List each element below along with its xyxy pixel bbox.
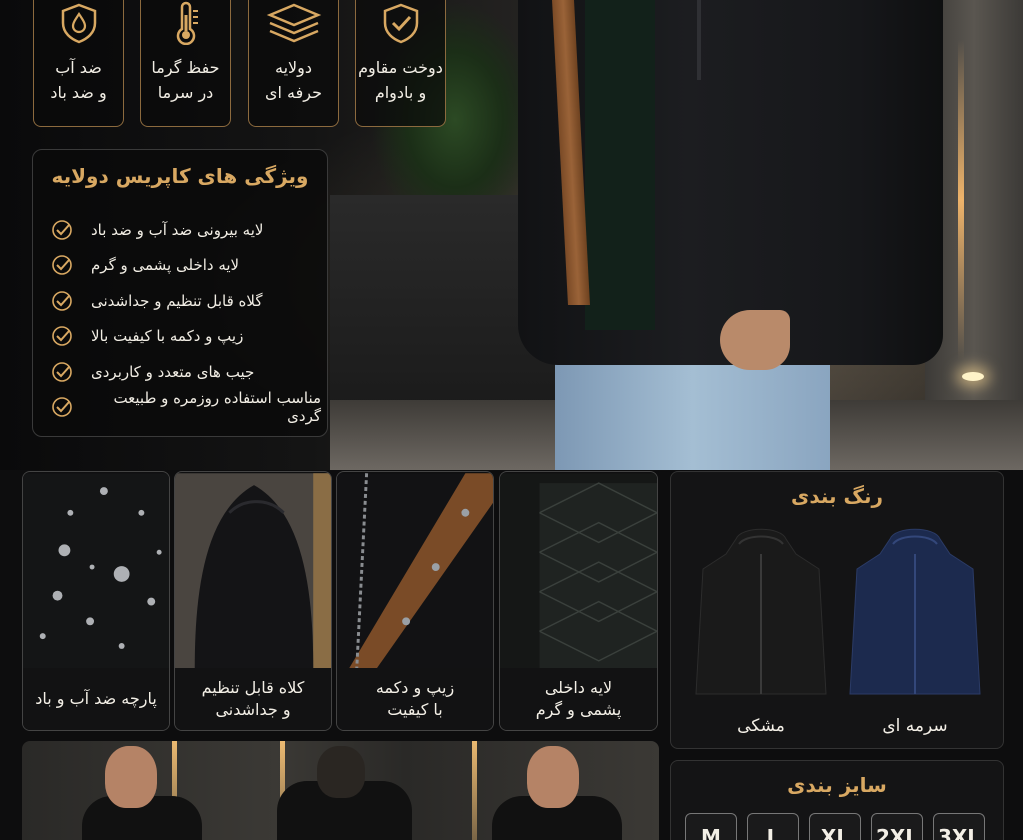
list-item: زیپ و دکمه با کیفیت بالا bbox=[51, 319, 321, 355]
size-option-3xl[interactable]: 3XL bbox=[933, 813, 985, 840]
tile-caption: کلاه قابل تنظیم و جداشدنی bbox=[175, 668, 331, 730]
floor-light bbox=[962, 372, 984, 381]
color-label-black: مشکی bbox=[737, 716, 785, 736]
feature-card-warmth: حفظ گرما در سرما bbox=[140, 0, 231, 127]
list-item-label: زیپ و دکمه با کیفیت بالا bbox=[91, 327, 244, 346]
list-item-label: گلاه قابل تنظیم و جداشدنی bbox=[91, 291, 263, 310]
feature-line2: حرفه ای bbox=[265, 83, 322, 102]
size-option-l[interactable]: L bbox=[747, 813, 799, 840]
zipper-image bbox=[337, 473, 493, 669]
tile-caption: زیپ و دکمه با کیفیت bbox=[337, 668, 493, 730]
check-circle-icon bbox=[52, 290, 72, 311]
hood-image bbox=[175, 473, 331, 669]
feature-line1: ضد آب bbox=[55, 58, 102, 77]
feature-line2: و ضد باد bbox=[50, 83, 107, 102]
water-drop-icon bbox=[61, 3, 96, 44]
feature-card-two-layer: دولایه حرفه ای bbox=[248, 0, 339, 127]
list-item: لایه بیرونی ضد آب و ضد باد bbox=[51, 212, 321, 248]
layers-icon bbox=[266, 3, 321, 43]
list-item-label: مناسب استفاده روزمره و طبیعت گردی bbox=[113, 389, 321, 426]
caption-line1: پارچه ضد آب و باد bbox=[35, 689, 157, 708]
features-panel: ویژگی های کاپریس دولایه لایه بیرونی ضد آ… bbox=[32, 149, 328, 437]
color-options-box: رنگ بندی مشکی سرمه ای bbox=[670, 471, 1004, 749]
list-item-label: جیب های متعدد و کاربردی bbox=[91, 362, 255, 381]
feature-line2: و بادوام bbox=[374, 83, 427, 102]
thermometer-icon bbox=[176, 1, 198, 46]
detail-tile-lining: لایه داخلی پشمی و گرم bbox=[499, 471, 658, 731]
model-hand bbox=[720, 310, 790, 370]
detail-tile-fabric: پارچه ضد آب و باد bbox=[22, 471, 170, 731]
check-circle-icon bbox=[52, 219, 72, 240]
detail-tile-hood: کلاه قابل تنظیم و جداشدنی bbox=[174, 471, 332, 731]
size-option-m[interactable]: M bbox=[685, 813, 737, 840]
quilted-lining-image bbox=[500, 473, 657, 669]
list-item: لایه داخلی پشمی و گرم bbox=[51, 248, 321, 284]
feature-card-waterproof: ضد آب و ضد باد bbox=[33, 0, 124, 127]
model-head bbox=[105, 746, 157, 808]
caption-line2: و جداشدنی bbox=[215, 700, 291, 719]
list-item: گلاه قابل تنظیم و جداشدنی bbox=[51, 283, 321, 319]
list-item: مناسب استفاده روزمره و طبیعت گردی bbox=[51, 389, 321, 426]
shield-check-icon bbox=[383, 3, 418, 44]
model-head bbox=[527, 746, 579, 808]
tile-caption: پارچه ضد آب و باد bbox=[23, 668, 169, 730]
size-options-box: سایز بندی M L XL 2XL 3XL bbox=[670, 760, 1004, 840]
color-option-navy[interactable] bbox=[845, 524, 985, 699]
size-section-title: سایز بندی bbox=[787, 773, 887, 797]
caption-line2: با کیفیت bbox=[387, 700, 443, 719]
check-circle-icon bbox=[52, 397, 72, 418]
detail-tile-zipper: زیپ و دکمه با کیفیت bbox=[336, 471, 494, 731]
model-shirt bbox=[585, 0, 655, 330]
color-section-title: رنگ بندی bbox=[790, 484, 884, 508]
list-item: جیب های متعدد و کاربردی bbox=[51, 354, 321, 390]
check-circle-icon bbox=[52, 255, 72, 276]
feature-line1: دولایه bbox=[274, 58, 312, 77]
feature-list: لایه بیرونی ضد آب و ضد باد لایه داخلی پش… bbox=[51, 212, 321, 425]
check-circle-icon bbox=[52, 361, 72, 382]
model-head-back bbox=[317, 746, 365, 798]
caption-line1: کلاه قابل تنظیم bbox=[201, 678, 305, 697]
feature-line2: در سرما bbox=[157, 83, 214, 102]
color-label-navy: سرمه ای bbox=[882, 716, 948, 736]
caption-line1: لایه داخلی bbox=[544, 678, 613, 697]
check-circle-icon bbox=[52, 326, 72, 347]
caption-line1: زیپ و دکمه bbox=[375, 678, 455, 697]
size-option-2xl[interactable]: 2XL bbox=[871, 813, 923, 840]
feature-line1: دوخت مقاوم bbox=[358, 58, 443, 77]
list-item-label: لایه داخلی پشمی و گرم bbox=[91, 256, 240, 275]
feature-card-durable: دوخت مقاوم و بادوام bbox=[355, 0, 446, 127]
tile-caption: لایه داخلی پشمی و گرم bbox=[500, 668, 657, 730]
list-item-label: لایه بیرونی ضد آب و ضد باد bbox=[91, 220, 264, 239]
caption-line2: پشمی و گرم bbox=[535, 700, 622, 719]
size-option-xl[interactable]: XL bbox=[809, 813, 861, 840]
model-photo-strip bbox=[22, 741, 659, 840]
color-option-black[interactable] bbox=[691, 524, 831, 699]
panel-title: ویژگی های کاپریس دولایه bbox=[51, 164, 309, 188]
wall-light bbox=[958, 40, 964, 360]
strip-light bbox=[472, 741, 477, 840]
jacket-zipper bbox=[697, 0, 701, 80]
fabric-droplets-image bbox=[23, 473, 169, 669]
feature-line1: حفظ گرما bbox=[151, 58, 220, 77]
